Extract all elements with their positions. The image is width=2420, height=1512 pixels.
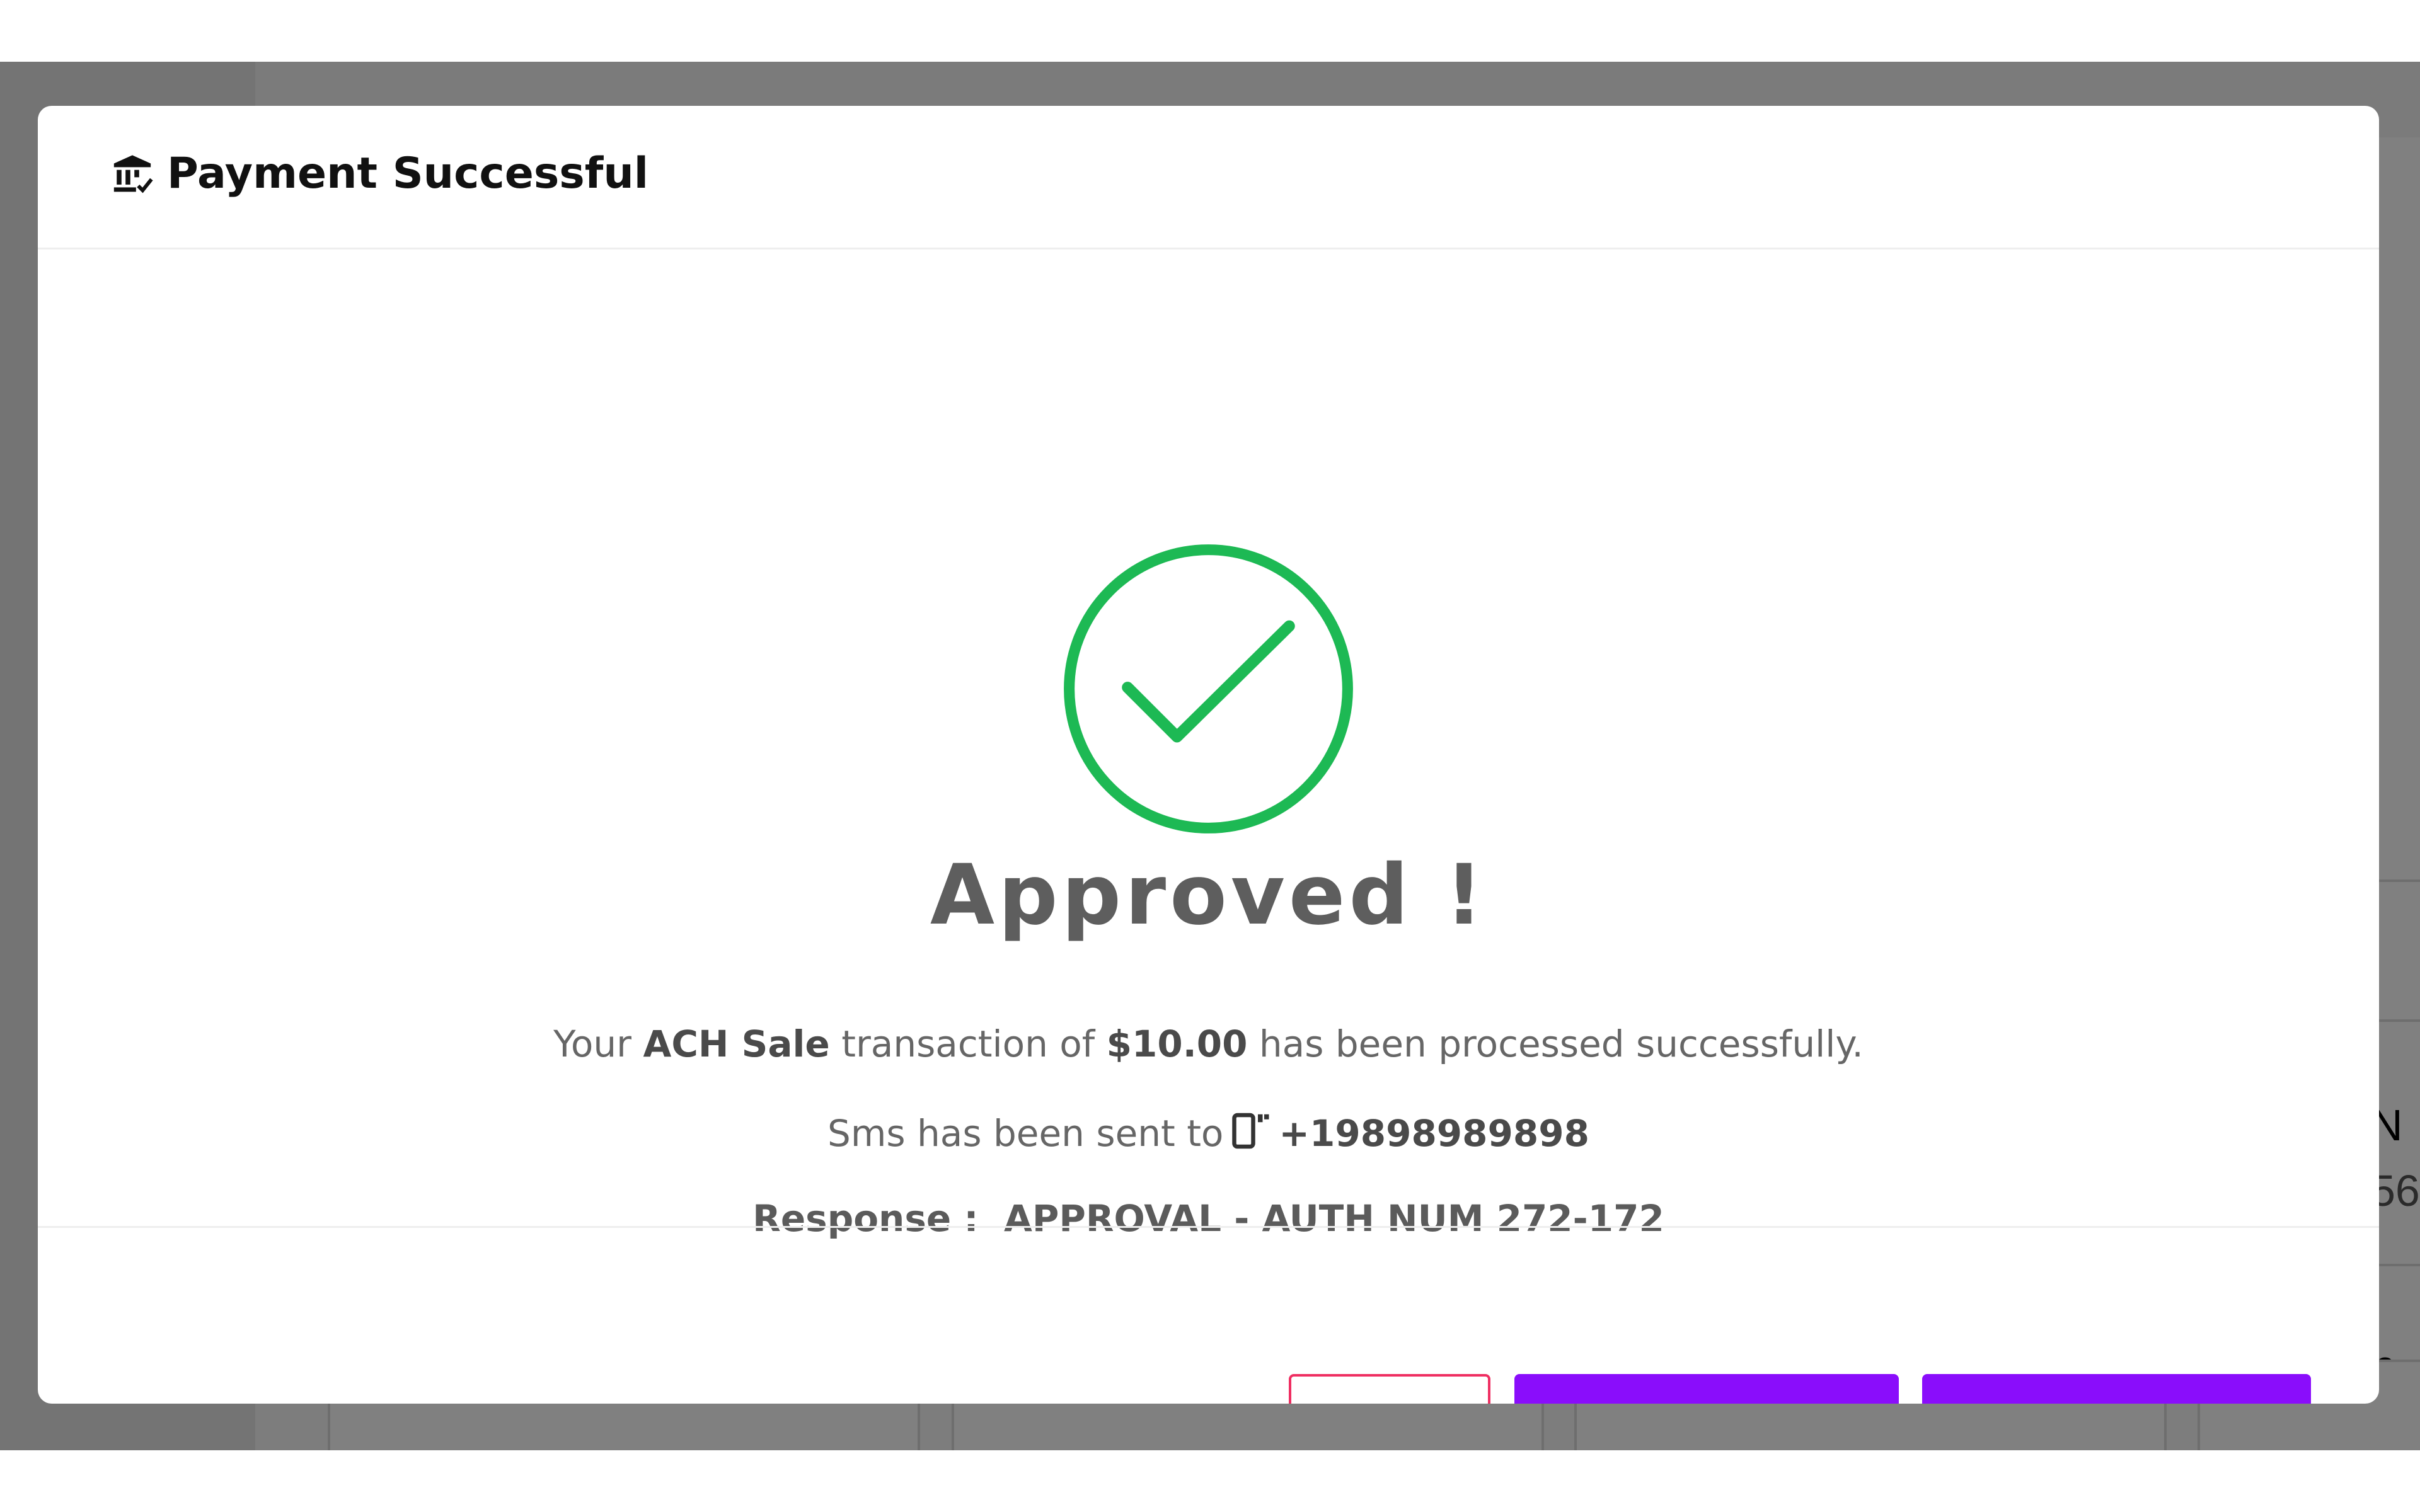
close-button[interactable]: Close xyxy=(1289,1374,1490,1404)
modal-footer: Close Merchant Copy Customer Copy xyxy=(38,1226,2379,1404)
modal-body: Approved ! Your ACH Sale transaction of … xyxy=(38,249,2379,1333)
payment-success-modal: Payment Successful Approved ! Your ACH S… xyxy=(38,106,2379,1404)
sms-phone-number: +19898989898 xyxy=(1279,1112,1589,1155)
modal-header: Payment Successful xyxy=(38,106,2379,249)
transaction-message: Your ACH Sale transaction of $10.00 has … xyxy=(38,1021,2379,1067)
phone-icon xyxy=(1232,1113,1269,1149)
background-right-panel xyxy=(2379,137,2420,1450)
background-divider xyxy=(2379,879,2420,882)
transaction-amount: $10.00 xyxy=(1106,1022,1248,1065)
background-divider xyxy=(2379,1019,2420,1022)
page: N 56 n Payment Successful Approv xyxy=(0,0,2420,1512)
modal-title: Payment Successful xyxy=(167,149,649,198)
status-heading: Approved ! xyxy=(930,847,1487,944)
merchant-copy-button[interactable]: Merchant Copy xyxy=(1514,1374,1899,1404)
check-circle-icon xyxy=(1064,544,1353,833)
message-suffix: has been processed successfully. xyxy=(1247,1022,1864,1065)
background-divider xyxy=(2379,1264,2420,1266)
transaction-type: ACH Sale xyxy=(643,1022,830,1065)
customer-copy-button[interactable]: Customer Copy xyxy=(1922,1374,2311,1404)
bank-check-icon xyxy=(113,155,153,193)
sms-notice: Sms has been sent to +19898989898 xyxy=(38,1111,2379,1156)
message-prefix: Your xyxy=(553,1022,643,1065)
sms-prefix: Sms has been sent to xyxy=(827,1112,1224,1155)
message-middle: transaction of xyxy=(829,1022,1107,1065)
